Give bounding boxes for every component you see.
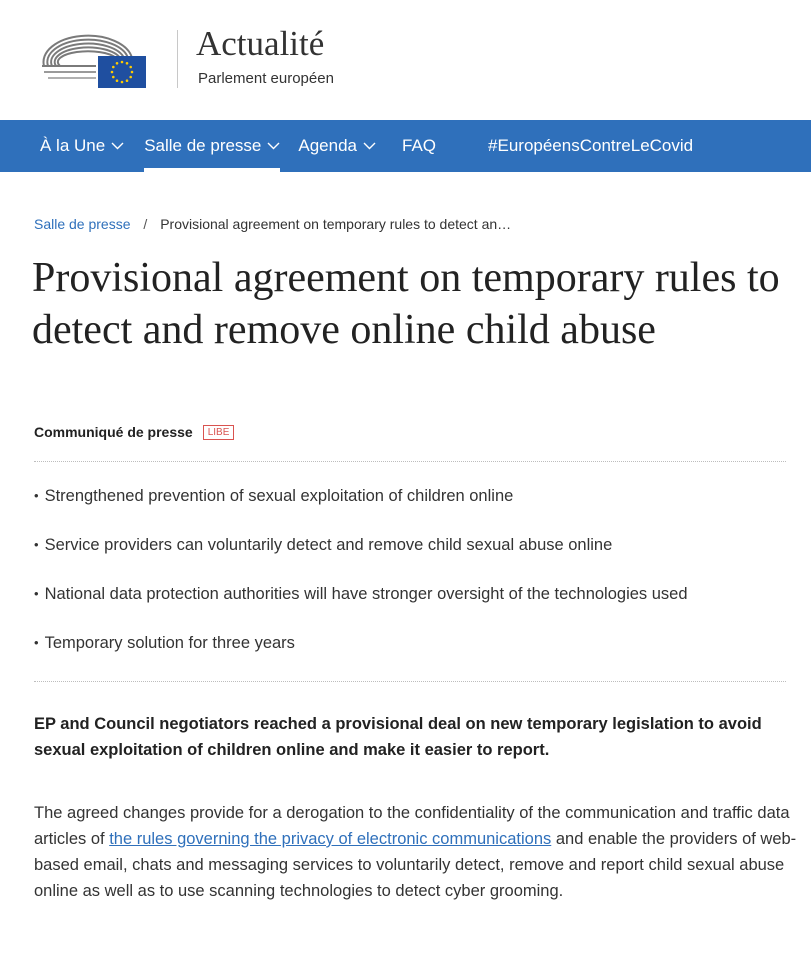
nav-item-faq[interactable]: FAQ	[402, 120, 436, 172]
article-type-label: Communiqué de presse	[34, 424, 193, 440]
nav-item-label: À la Une	[40, 136, 106, 155]
bullet-icon: •	[34, 488, 39, 503]
chevron-down-icon	[267, 142, 280, 150]
article-lead: EP and Council negotiators reached a pro…	[34, 715, 762, 759]
highlight-text: Temporary solution for three years	[44, 634, 295, 652]
site-title[interactable]: Actualité	[196, 24, 324, 64]
dotted-divider	[34, 681, 786, 682]
nav-item-agenda[interactable]: Agenda	[298, 120, 376, 172]
nav-item-label: #EuropéensContreLeCovid	[488, 136, 694, 155]
nav-item-a-la-une[interactable]: À la Une	[40, 120, 124, 172]
article-meta: Communiqué de presse LIBE	[34, 424, 235, 440]
list-item: • Service providers can voluntarily detec…	[34, 535, 688, 584]
site-header: Actualité Parlement européen	[0, 0, 811, 120]
main-nav: À la Une Salle de presse Agenda FAQ #Eur…	[0, 120, 811, 172]
committee-badge[interactable]: LIBE	[202, 424, 235, 440]
highlight-text: Service providers can voluntarily detect…	[44, 536, 613, 554]
breadcrumb: Salle de presse / Provisional agreement …	[34, 216, 511, 232]
chevron-down-icon	[363, 142, 376, 150]
article-headline: Provisional agreement on temporary rules…	[32, 255, 780, 353]
privacy-rules-link[interactable]: the rules governing the privacy of elect…	[109, 830, 551, 848]
nav-item-label: FAQ	[402, 136, 437, 155]
site-subtitle: Parlement européen	[198, 70, 334, 87]
list-item: • National data protection authorities wi…	[34, 584, 688, 633]
highlight-text: National data protection authorities wil…	[44, 585, 688, 603]
article-body-paragraph: The agreed changes provide for a derogat…	[34, 800, 804, 904]
bullet-icon: •	[34, 586, 39, 601]
breadcrumb-link-salle-de-presse[interactable]: Salle de presse	[34, 216, 131, 232]
browser-page: Actualité Parlement européen À la Une Sa…	[0, 0, 811, 961]
nav-item-label: Salle de presse	[144, 136, 262, 155]
nav-item-salle-de-presse[interactable]: Salle de presse	[144, 120, 281, 172]
nav-item-label: Agenda	[298, 136, 358, 155]
breadcrumb-current: Provisional agreement on temporary rules…	[160, 216, 512, 232]
breadcrumb-separator: /	[143, 216, 148, 232]
list-item: • Temporary solution for three years	[34, 633, 688, 682]
nav-item-europeens-contre-le-covid[interactable]: #EuropéensContreLeCovid	[488, 120, 693, 172]
highlight-text: Strengthened prevention of sexual exploi…	[44, 487, 514, 505]
dotted-divider	[34, 461, 786, 462]
bullet-icon: •	[34, 537, 39, 552]
european-parliament-logo-icon[interactable]	[38, 26, 148, 88]
list-item: • Strengthened prevention of sexual explo…	[34, 486, 688, 535]
chevron-down-icon	[111, 142, 124, 150]
bullet-icon: •	[34, 635, 39, 650]
header-divider	[177, 30, 178, 88]
article-highlights: • Strengthened prevention of sexual explo…	[34, 486, 688, 682]
